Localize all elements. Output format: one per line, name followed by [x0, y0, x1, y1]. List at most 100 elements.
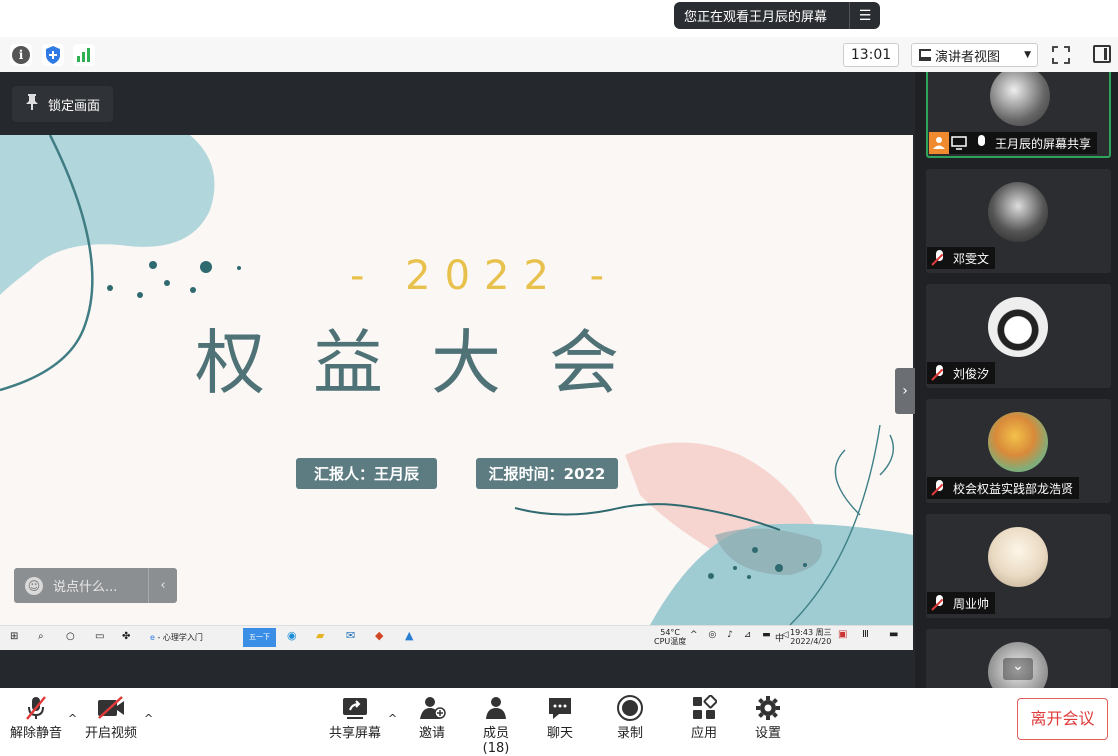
chevron-up-icon[interactable]: ^ [144, 712, 153, 725]
shield-icon[interactable] [42, 44, 64, 66]
members-button[interactable]: 成员(18) [470, 694, 522, 756]
chevron-down-icon[interactable]: ⌄ [1003, 658, 1033, 680]
bar-icon: Ⅲ [862, 629, 869, 640]
view-selector[interactable]: 演讲者视图 ▼ [911, 43, 1038, 67]
participant-nameplate: 王月辰的屏幕共享 [929, 132, 1098, 154]
ime-indicator: 中 [775, 634, 785, 644]
reporter-tag: 汇报人：王月辰 [296, 458, 437, 489]
shared-screen-area: 锁定画面 - 2022 - 权益大会 汇报人：王月辰 汇报时间：2022 ☺ 说… [0, 72, 915, 688]
info-icon[interactable]: i [10, 44, 32, 66]
browser-tab: e - 心理学入门 [150, 633, 203, 642]
chevron-down-icon: ▼ [1024, 50, 1031, 60]
avatar [988, 182, 1048, 242]
lock-view-label: 锁定画面 [48, 98, 101, 114]
mic-muted-icon [931, 594, 949, 612]
invite-label: 邀请 [418, 726, 445, 741]
participant-tile[interactable]: 王月辰的屏幕共享 [926, 72, 1111, 158]
signal-icon[interactable] [73, 44, 95, 66]
invite-button[interactable]: 邀请 [414, 694, 450, 741]
mic-muted-icon [931, 364, 949, 382]
unmute-label: 解除静音 [10, 726, 63, 741]
participant-name: 周业帅 [953, 596, 990, 611]
participant-name: 校会权益实践部龙浩贤 [953, 481, 1074, 496]
edge-icon: ◉ [287, 629, 297, 642]
unmute-button[interactable]: 解除静音 [10, 694, 62, 741]
fan-icon: ✤ [122, 631, 131, 642]
search-icon: ⌕ [38, 631, 44, 642]
screen-share-banner: 您正在观看王月辰的屏幕 ☰ [674, 2, 880, 29]
notification-icon: ▣ [838, 629, 848, 640]
side-panel-icon[interactable] [1093, 45, 1111, 63]
active-app-tab: 五一下 [243, 628, 276, 647]
slide-year: - 2022 - [350, 253, 619, 299]
start-video-label: 开启视频 [84, 726, 137, 741]
share-screen-button[interactable]: 共享屏幕 [328, 694, 382, 741]
top-toolbar: i 13:01 演讲者视图 ▼ [0, 37, 1118, 73]
taskbar-clock: 19:43 周三 2022/4/20 [790, 628, 832, 646]
participant-tile[interactable]: 校会权益实践部龙浩贤 [926, 399, 1111, 503]
folder-icon: ▰ [316, 629, 325, 642]
host-icon [929, 132, 949, 154]
add-user-icon [414, 694, 450, 722]
share-screen-icon [328, 694, 382, 722]
apps-label: 应用 [690, 726, 717, 741]
avatar [988, 412, 1048, 472]
share-screen-icon [949, 132, 969, 154]
participant-tile[interactable]: 邓雯文 [926, 169, 1111, 273]
avatar [988, 527, 1048, 587]
shared-taskbar: ⊞ ⌕ ○ ▭ ✤ e - 心理学入门 五一下 ◉ ▰ ✉ ◆ ▲ 54°C CP… [0, 625, 913, 650]
apps-button[interactable]: 应用 [688, 694, 720, 741]
chevron-up-icon[interactable]: ^ [68, 712, 77, 725]
avatar [990, 72, 1050, 126]
participant-name: 王月辰的屏幕共享 [995, 136, 1092, 151]
participant-panel: 王月辰的屏幕共享 邓雯文 刘俊汐 校会权益实践部龙浩贤 周业帅 ⌄ [915, 72, 1118, 688]
view-selector-label: 演讲者视图 [935, 49, 1001, 65]
mail-icon: ✉ [346, 629, 356, 642]
list-icon[interactable]: ☰ [849, 2, 880, 29]
windows-icon: ⊞ [10, 631, 19, 642]
lock-view-button[interactable]: 锁定画面 [12, 86, 113, 122]
chat-icon [544, 694, 576, 722]
report-time-tag: 汇报时间：2022 [476, 458, 618, 489]
record-label: 录制 [616, 726, 643, 741]
desktop-icon: ▬ [889, 629, 899, 640]
participant-nameplate: 刘俊汐 [927, 362, 996, 384]
leave-meeting-button[interactable]: 离开会议 [1017, 698, 1108, 740]
mic-muted-icon [10, 694, 62, 722]
apps-icon [688, 694, 720, 722]
participant-nameplate: 校会权益实践部龙浩贤 [927, 477, 1080, 499]
meeting-clock: 13:01 [843, 43, 899, 67]
banner-text: 您正在观看王月辰的屏幕 [684, 10, 828, 25]
start-video-button[interactable]: 开启视频 [84, 694, 138, 741]
record-icon [614, 694, 646, 722]
powerpoint-icon: ◆ [375, 629, 384, 642]
settings-label: 设置 [754, 726, 781, 741]
chat-button[interactable]: 聊天 [544, 694, 576, 741]
chevron-up-icon[interactable]: ^ [388, 712, 397, 725]
participant-name: 邓雯文 [953, 251, 990, 266]
emoji-icon[interactable]: ☺ [25, 576, 43, 595]
pin-icon [22, 93, 42, 115]
chat-input-box[interactable]: ☺ 说点什么... ‹ [14, 568, 177, 603]
meeting-controls: 解除静音 ^ 开启视频 ^ 共享屏幕 ^ 邀请 成员(18) 聊天 录制 应用 … [0, 688, 1118, 756]
task-view-icon: ▭ [95, 631, 105, 642]
participant-tile[interactable]: 刘俊汐 [926, 284, 1111, 388]
slide-title: 权益大会 [195, 322, 667, 404]
participant-tile[interactable]: 周业帅 [926, 514, 1111, 618]
mic-muted-icon [931, 249, 949, 267]
cortana-icon: ○ [66, 631, 75, 642]
cpu-temp: 54°C CPU温度 [654, 628, 687, 646]
chat-placeholder: 说点什么... [53, 580, 118, 595]
chevron-right-icon[interactable]: › [895, 368, 915, 414]
settings-button[interactable]: 设置 [752, 694, 784, 741]
record-button[interactable]: 录制 [614, 694, 646, 741]
video-off-icon [84, 694, 138, 722]
avatar [988, 297, 1048, 357]
chevron-left-icon[interactable]: ‹ [148, 568, 177, 603]
members-icon [470, 694, 522, 722]
fullscreen-icon[interactable] [1051, 45, 1071, 65]
chat-label: 聊天 [546, 726, 573, 741]
members-label: 成员(18) [482, 726, 510, 756]
meeting-app-icon: ▲ [405, 629, 414, 642]
participant-name: 刘俊汐 [953, 366, 990, 381]
